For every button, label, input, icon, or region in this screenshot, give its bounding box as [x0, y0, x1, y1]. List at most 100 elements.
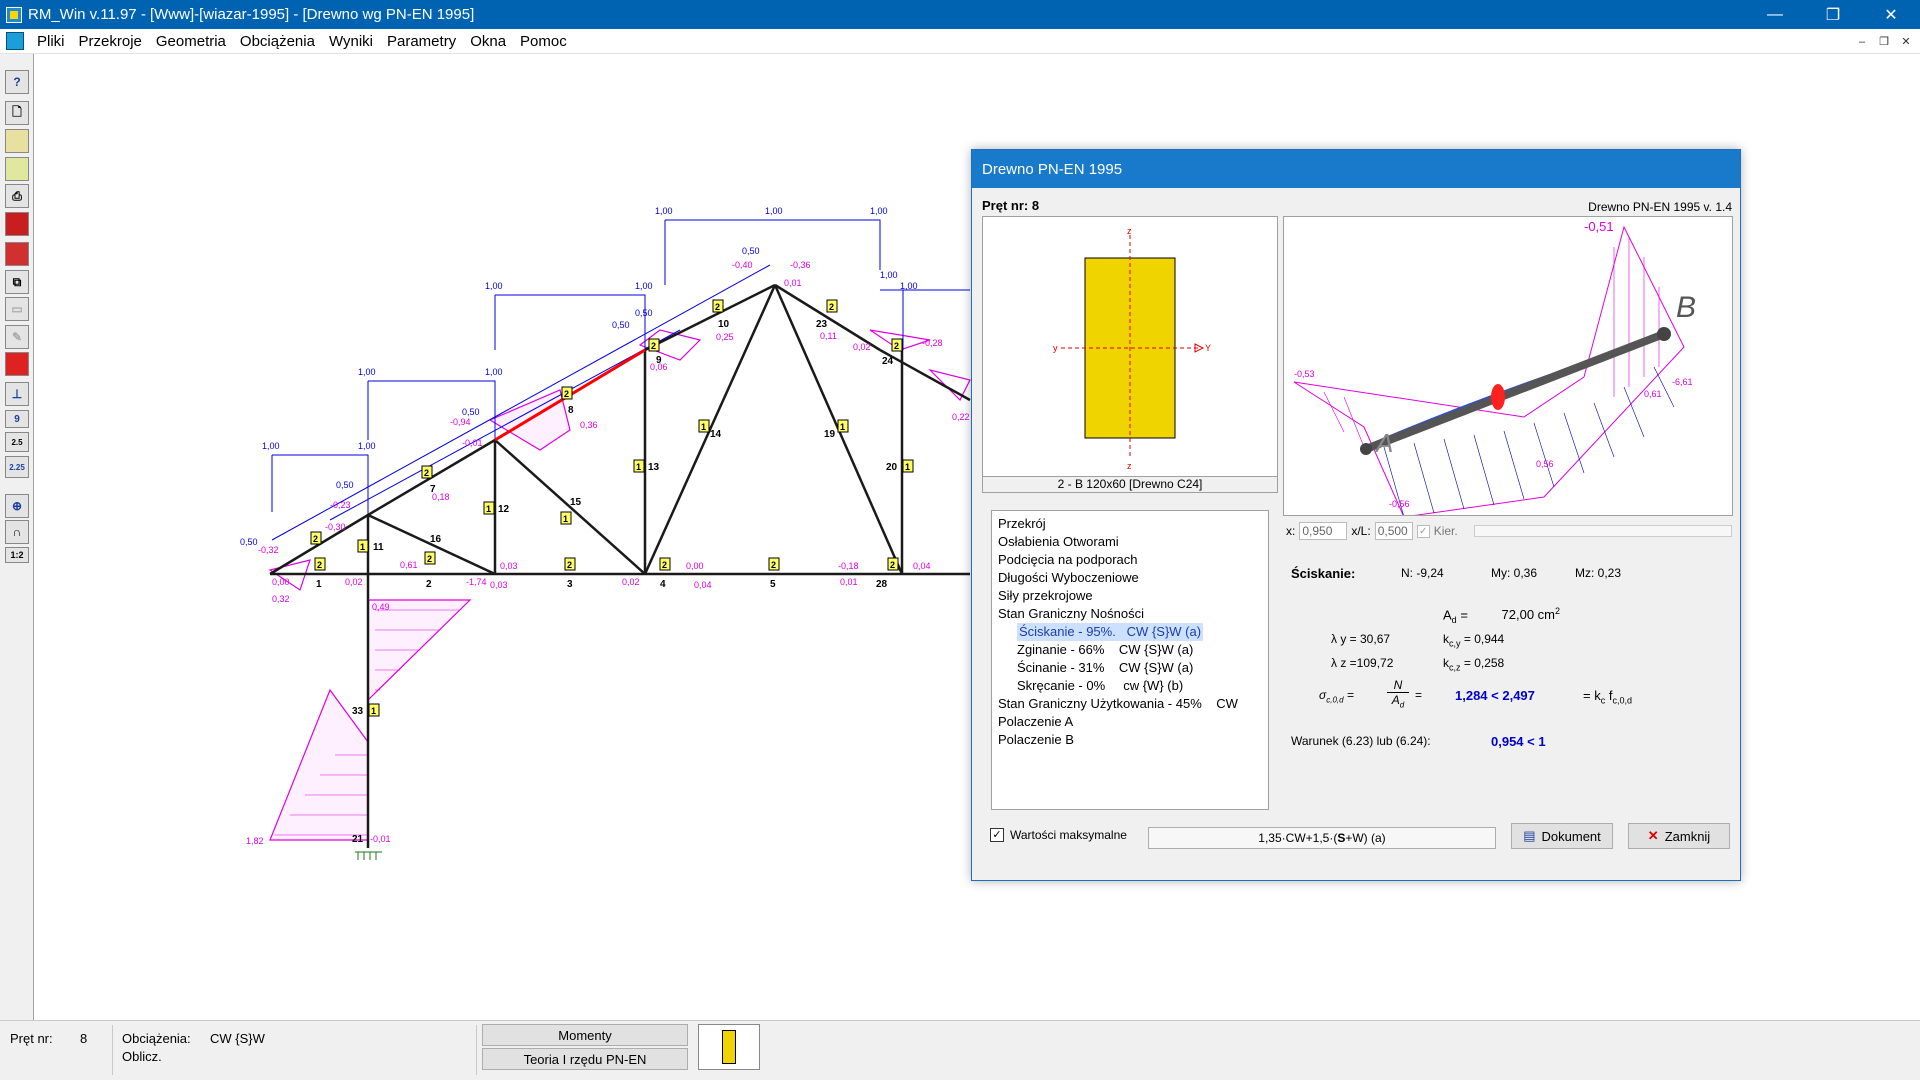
menu-pomoc[interactable]: Pomoc	[513, 33, 574, 50]
diagram-value: -0,53	[1294, 369, 1315, 379]
check-tree[interactable]: Przekrój Osłabienia Otworami Podcięcia n…	[991, 510, 1269, 810]
tree-item-scinanie[interactable]: Ścinanie - 31% CW {S}W (a)	[998, 659, 1262, 677]
moments-button[interactable]: Momenty	[482, 1024, 688, 1046]
material-icon[interactable]	[5, 242, 29, 266]
moment-value: 0,02	[853, 342, 871, 352]
diagram-value: -0,56	[1389, 499, 1410, 509]
moment-value: 0,18	[432, 492, 450, 502]
status-bar: Pręt nr: 8 Obciążenia: CW {S}W Oblicz. M…	[0, 1020, 1920, 1080]
diagram-value: 0,61	[1644, 389, 1662, 399]
help-icon[interactable]: ?	[5, 70, 29, 94]
support-icon	[355, 851, 382, 860]
load-icon[interactable]: ⊥	[5, 382, 29, 406]
sections-icon[interactable]	[5, 352, 29, 376]
load-label: 0,50	[612, 320, 630, 330]
section-thumbnail[interactable]	[698, 1024, 760, 1070]
load-label: 0,50	[742, 246, 760, 256]
section-tag: 2	[427, 554, 432, 564]
tree-item-polaczenie-a[interactable]: Polaczenie A	[998, 713, 1262, 731]
lambda-z: λ z =109,72	[1331, 656, 1394, 670]
member-number: 16	[430, 534, 442, 545]
menu-przekroje[interactable]: Przekroje	[72, 33, 149, 50]
kier-checkbox[interactable]: ✓	[1416, 524, 1430, 538]
max-values-checkbox[interactable]: ✓	[990, 828, 1004, 842]
tree-item-polaczenie-b[interactable]: Polaczenie B	[998, 731, 1262, 749]
member-number: 1	[316, 579, 322, 590]
moment-value: 0,02	[622, 577, 640, 587]
tree-item-podciecia[interactable]: Podcięcia na podporach	[998, 551, 1262, 569]
arch-icon[interactable]: ∩	[5, 520, 29, 544]
menu-obciazenia[interactable]: Obciążenia	[233, 33, 322, 50]
diagram-value: -0,51	[1584, 219, 1614, 234]
section-preview: z y Y z 2 - B 120x60 [Drewno C24]	[982, 216, 1278, 493]
print-icon[interactable]: ⎙	[5, 184, 29, 208]
menu-okna[interactable]: Okna	[463, 33, 513, 50]
tree-item-skrecanie[interactable]: Skręcanie - 0% cw {W} (b)	[998, 677, 1262, 695]
theory-button[interactable]: Teoria I rzędu PN-EN	[482, 1048, 688, 1070]
status-loads-value: CW {S}W	[210, 1031, 265, 1046]
position-slider[interactable]	[1473, 525, 1732, 537]
zamknij-button[interactable]: ✕ Zamknij	[1628, 823, 1730, 849]
minimize-button[interactable]: —	[1746, 0, 1804, 29]
load-label: 1,00	[358, 367, 376, 377]
ratio-button[interactable]: 1:2	[5, 547, 29, 563]
load-label: 0,50	[336, 480, 354, 490]
section-tag: 2	[890, 560, 895, 570]
condition-value: 0,954 < 1	[1491, 734, 1546, 749]
menu-geometria[interactable]: Geometria	[149, 33, 233, 50]
resistance-formula: = kc fc,0,d	[1583, 688, 1632, 706]
max-values-option[interactable]: ✓ Wartości maksymalne	[990, 828, 1127, 842]
axis-label-z: z	[1127, 226, 1132, 236]
tree-item-oslabienia[interactable]: Osłabienia Otworami	[998, 533, 1262, 551]
stress-comparison: 1,284 < 2,497	[1455, 688, 1535, 703]
tree-item-sgu[interactable]: Stan Graniczny Użytkowania - 45% CW	[998, 695, 1262, 713]
app-icon[interactable]	[6, 6, 22, 23]
tree-item-przekroj[interactable]: Przekrój	[998, 515, 1262, 533]
xl-input[interactable]	[1374, 522, 1413, 540]
fraction-eq: =	[1415, 688, 1423, 702]
section-tag: 2	[424, 468, 429, 478]
x-input[interactable]	[1299, 522, 1348, 540]
tree-item-dlugosci[interactable]: Długości Wyboczeniowe	[998, 569, 1262, 587]
member-number: 13	[648, 462, 660, 473]
moment-value: 0,49	[372, 602, 390, 612]
scale-button-1[interactable]: 2.5	[5, 432, 29, 452]
member-number: 28	[876, 579, 888, 590]
import-icon[interactable]	[5, 157, 29, 181]
save-icon[interactable]	[5, 212, 29, 236]
copy-icon[interactable]: ⧉	[5, 270, 29, 294]
member-3d-diagram[interactable]: A B -0,51 -0,53 0,61 -6,61 0,56 -0,56	[1283, 216, 1733, 518]
close-button[interactable]: ✕	[1862, 0, 1920, 29]
section-tag: 2	[829, 302, 834, 312]
tree-item-sily[interactable]: Siły przekrojowe	[998, 587, 1262, 605]
scale-button-2[interactable]: 2.25	[5, 456, 29, 478]
menu-wyniki[interactable]: Wyniki	[322, 33, 380, 50]
tree-item-sciskanie[interactable]: Ściskanie - 95%. CW {S}W (a)	[998, 623, 1262, 641]
mdi-minimize-button[interactable]: –	[1852, 33, 1872, 50]
tree-item-zginanie[interactable]: Zginanie - 66% CW {S}W (a)	[998, 641, 1262, 659]
number-label[interactable]: 9	[5, 410, 29, 428]
load-label: 0,50	[462, 407, 480, 417]
load-label: 1,00	[262, 441, 280, 451]
menu-pliki[interactable]: Pliki	[30, 33, 72, 50]
tree-item-sgn[interactable]: Stan Graniczny Nośności	[998, 605, 1262, 623]
x-label: x:	[1286, 524, 1296, 538]
moment-value: 0,00	[272, 577, 290, 587]
mdi-close-button[interactable]: ✕	[1896, 33, 1916, 50]
open-file-icon[interactable]	[5, 129, 29, 153]
node-icon[interactable]: ⊕	[5, 494, 29, 518]
document-icon[interactable]	[6, 32, 24, 50]
dokument-button[interactable]: ▤ Dokument	[1511, 823, 1613, 849]
condition-label: Warunek (6.23) lub (6.24):	[1291, 734, 1431, 748]
mdi-restore-button[interactable]: ❐	[1874, 33, 1894, 50]
dialog-title: Drewno PN-EN 1995	[972, 150, 1740, 188]
moment-value: -0,23	[330, 500, 351, 510]
menu-parametry[interactable]: Parametry	[380, 33, 463, 50]
member-number: 4	[660, 579, 666, 590]
member-number: 8	[568, 405, 574, 416]
moment-value: -0,40	[732, 260, 753, 270]
maximize-button[interactable]: ❐	[1804, 0, 1862, 29]
section-tag: 2	[317, 560, 322, 570]
combination-field[interactable]: 1,35·CW+1,5·(S +W) (a)	[1148, 827, 1496, 849]
new-file-icon[interactable]: 🗋	[5, 101, 29, 125]
